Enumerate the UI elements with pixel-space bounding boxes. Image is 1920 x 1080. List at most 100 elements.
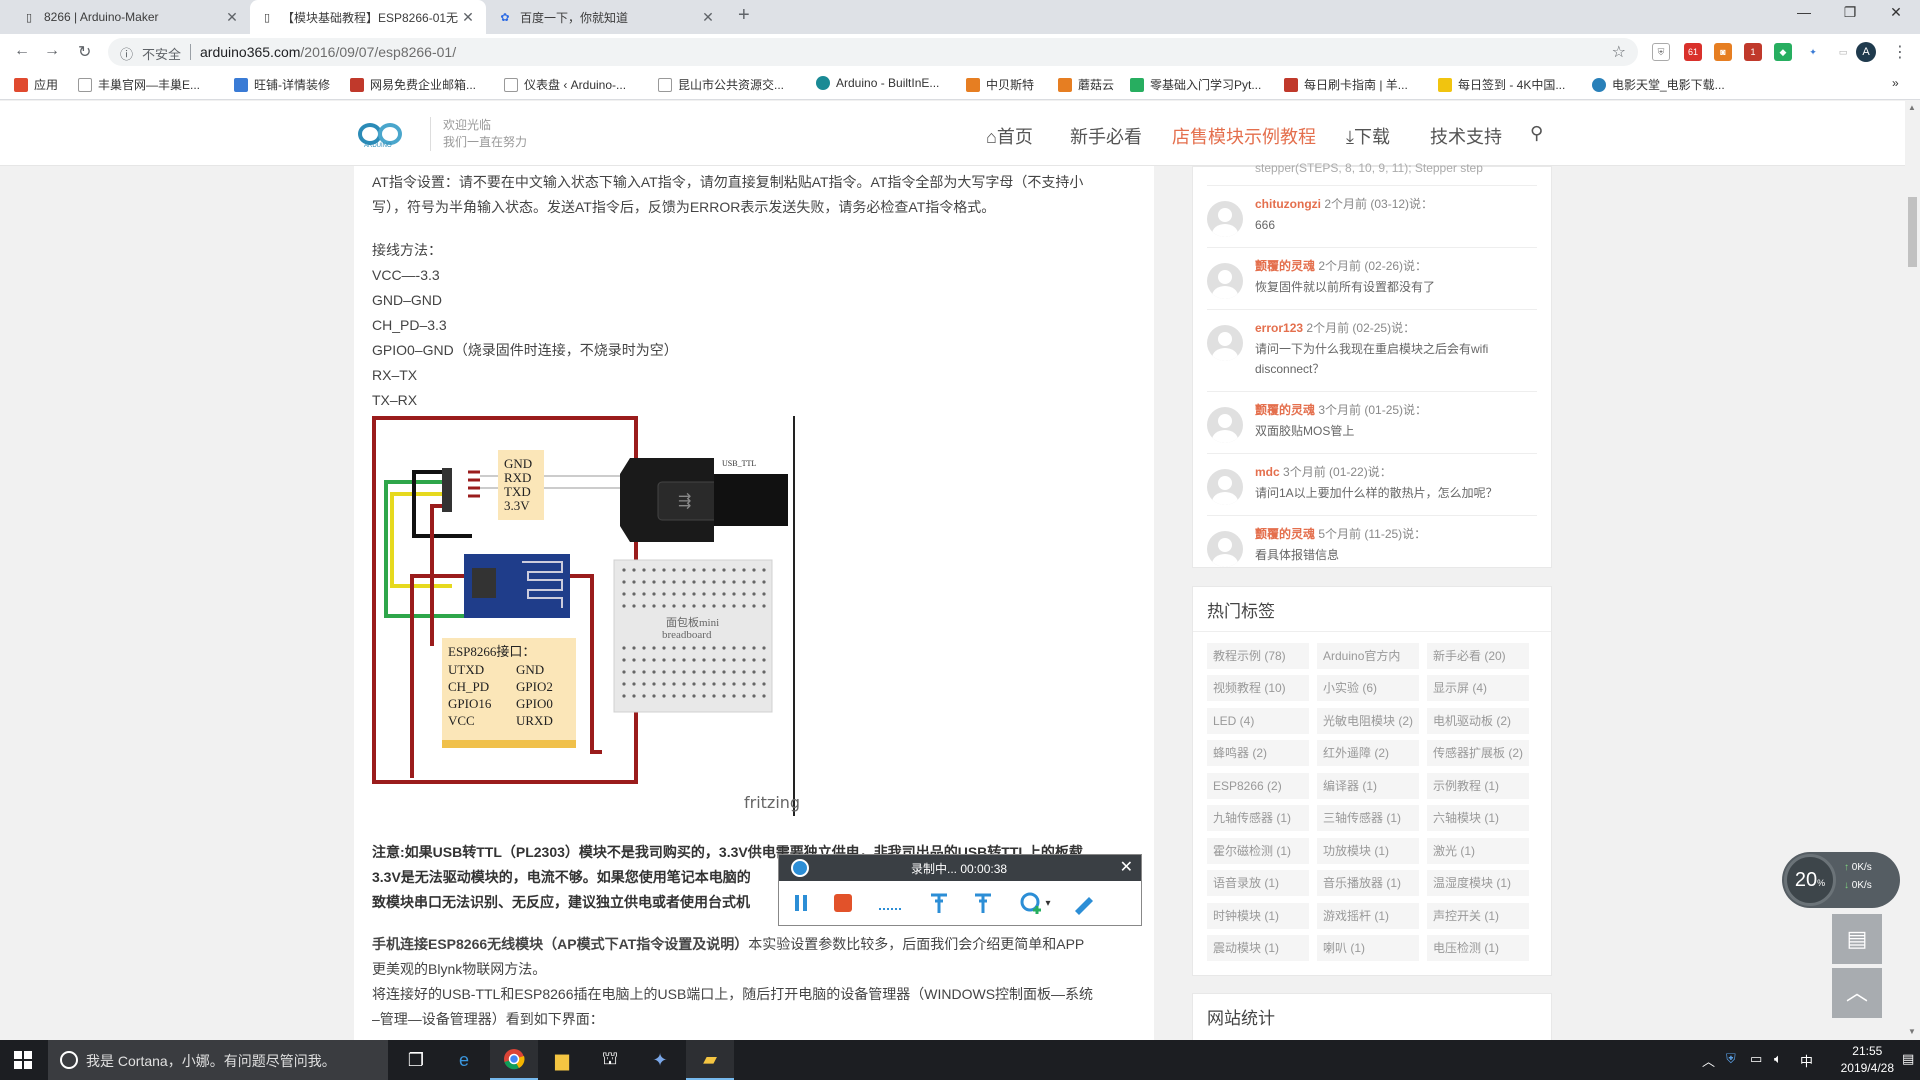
maximize-button[interactable]: ❐	[1830, 4, 1870, 21]
info-icon[interactable]: ⓘ	[120, 44, 133, 63]
security-tray-icon[interactable]: ⛨	[1726, 1051, 1736, 1067]
nav-home[interactable]: ⌂首页	[986, 123, 1033, 149]
tag-link[interactable]: 声控开关 (1)	[1427, 903, 1529, 929]
bookmark-item[interactable]: 每日签到 - 4K中国...	[1438, 76, 1565, 93]
comment-text[interactable]: 666	[1255, 215, 1515, 235]
task-view-icon[interactable]: ❐	[392, 1040, 440, 1080]
extension-icon[interactable]: ◙	[1714, 43, 1732, 61]
tag-link[interactable]: 六轴模块 (1)	[1427, 805, 1529, 831]
chat-button[interactable]: ▤	[1832, 914, 1882, 964]
comment-user[interactable]: 颤覆的灵魂	[1255, 403, 1315, 417]
url-text[interactable]: arduino365.com/2016/09/07/esp8266-01/	[200, 44, 456, 60]
tag-link[interactable]: 霍尔磁检测 (1)	[1207, 838, 1309, 864]
address-bar[interactable]: ⓘ 不安全 arduino365.com/2016/09/07/esp8266-…	[108, 38, 1638, 66]
reload-icon[interactable]: ↻	[78, 42, 91, 62]
store-icon[interactable]: ⛫	[586, 1040, 634, 1080]
bookmark-item[interactable]: 零基础入门学习Pyt...	[1130, 76, 1261, 93]
tag-link[interactable]: 编译器 (1)	[1317, 773, 1419, 799]
bookmark-item[interactable]: 每日刷卡指南 | 羊...	[1284, 76, 1408, 93]
bookmark-item[interactable]: 电影天堂_电影下载...	[1592, 76, 1725, 93]
chrome-icon[interactable]	[490, 1040, 538, 1080]
menu-icon[interactable]: ⋮	[1892, 42, 1908, 62]
volume-icon[interactable]: 🔈︎	[1774, 1051, 1782, 1067]
extension-icon[interactable]: ✦	[1804, 43, 1822, 61]
search-icon[interactable]: ⚲	[1530, 123, 1543, 144]
annotate-button[interactable]	[925, 889, 953, 917]
comment-user[interactable]: 颤覆的灵魂	[1255, 259, 1315, 273]
network-icon[interactable]: ▭	[1750, 1051, 1762, 1067]
minimize-button[interactable]: —	[1784, 4, 1824, 20]
tag-link[interactable]: 小实验 (6)	[1317, 675, 1419, 701]
tag-link[interactable]: 时钟模块 (1)	[1207, 903, 1309, 929]
tag-link[interactable]: 光敏电阻模块 (2)	[1317, 708, 1419, 734]
system-clock[interactable]: 21:55 2019/4/28	[1841, 1043, 1894, 1077]
comment-text[interactable]: 看具体报错信息	[1255, 545, 1515, 565]
chevron-down-icon[interactable]: ▾	[1041, 889, 1055, 917]
comment-user[interactable]: chituzongzi	[1255, 197, 1321, 211]
profile-avatar[interactable]: A	[1856, 42, 1876, 62]
app-icon[interactable]: ✦	[636, 1040, 684, 1080]
tag-link[interactable]: ESP8266 (2)	[1207, 773, 1309, 799]
tag-link[interactable]: 三轴传感器 (1)	[1317, 805, 1419, 831]
back-icon[interactable]: ←	[14, 42, 30, 60]
annotate-alt-button[interactable]	[969, 889, 997, 917]
close-icon[interactable]: ✕	[1120, 857, 1133, 877]
new-tab-button[interactable]: +	[738, 4, 750, 27]
network-speed-widget[interactable]: 20% ↑ 0K/s ↓ 0K/s	[1782, 852, 1900, 908]
tab-arduino-maker[interactable]: ▯ 8266 | Arduino-Maker ✕	[12, 0, 250, 34]
bookmark-item[interactable]: 昆山市公共资源交...	[658, 76, 784, 93]
comment-user[interactable]: 颤覆的灵魂	[1255, 527, 1315, 541]
bookmark-apps[interactable]: 应用	[14, 76, 58, 93]
tab-baidu[interactable]: ✿ 百度一下，你就知道 ✕	[488, 0, 726, 34]
comment-text[interactable]: 请问1A以上要加什么样的散热片，怎么加呢？	[1255, 483, 1515, 503]
tag-link[interactable]: 震动模块 (1)	[1207, 935, 1309, 961]
comment-text[interactable]: 恢复固件就以前所有设置都没有了	[1255, 277, 1515, 297]
tag-link[interactable]: Arduino官方内	[1317, 643, 1419, 669]
tag-link[interactable]: 视频教程 (10)	[1207, 675, 1309, 701]
nav-beginners[interactable]: 新手必看	[1070, 123, 1142, 149]
site-logo[interactable]: ARDUINO	[356, 119, 414, 149]
security-label[interactable]: 不安全	[142, 44, 181, 63]
tab-esp8266-tutorial[interactable]: ▯ 【模块基础教程】ESP8266-01无 ✕	[250, 0, 486, 34]
back-to-top-button[interactable]: ︿	[1832, 968, 1882, 1018]
comment-user[interactable]: error123	[1255, 321, 1303, 335]
scroll-down-icon[interactable]: ▼	[1908, 1027, 1916, 1036]
ime-indicator[interactable]: 中	[1800, 1051, 1813, 1070]
tag-link[interactable]: 新手必看 (20)	[1427, 643, 1529, 669]
stop-button[interactable]	[829, 889, 857, 917]
bookmark-item[interactable]: 仪表盘 ‹ Arduino-...	[504, 76, 626, 93]
folder-app-icon[interactable]: ▰	[686, 1040, 734, 1080]
nav-support[interactable]: 技术支持	[1430, 123, 1502, 149]
tag-link[interactable]: LED (4)	[1207, 708, 1309, 734]
tag-link[interactable]: 语音录放 (1)	[1207, 870, 1309, 896]
tag-link[interactable]: 显示屏 (4)	[1427, 675, 1529, 701]
tag-link[interactable]: 蜂鸣器 (2)	[1207, 740, 1309, 766]
bookmark-item[interactable]: 网易免费企业邮箱...	[350, 76, 476, 93]
nav-module-tutorials[interactable]: 店售模块示例教程	[1172, 123, 1316, 149]
edge-icon[interactable]: e	[440, 1040, 488, 1080]
tag-link[interactable]: 示例教程 (1)	[1427, 773, 1529, 799]
windows-start-icon[interactable]	[14, 1051, 32, 1069]
tag-link[interactable]: 激光 (1)	[1427, 838, 1529, 864]
close-tab-icon[interactable]: ✕	[460, 9, 476, 26]
tag-link[interactable]: 温湿度模块 (1)	[1427, 870, 1529, 896]
scrollbar-thumb[interactable]	[1908, 197, 1917, 267]
bookmark-item[interactable]: 中贝斯特	[966, 76, 1034, 93]
pen-button[interactable]	[1069, 889, 1097, 917]
comment-text[interactable]: 请问一下为什么我现在重启模块之后会有wifi disconnect？	[1255, 339, 1515, 379]
bookmark-star-icon[interactable]: ☆	[1612, 42, 1626, 62]
forward-icon[interactable]: →	[44, 42, 60, 60]
comment-user[interactable]: mdc	[1255, 465, 1280, 479]
bookmark-item[interactable]: Arduino - BuiltInE...	[816, 76, 939, 90]
scroll-up-icon[interactable]: ▲	[1908, 103, 1916, 112]
shield-extension-icon[interactable]: ⛨	[1652, 43, 1670, 61]
tag-link[interactable]: 音乐播放器 (1)	[1317, 870, 1419, 896]
bookmark-item[interactable]: 旺铺-详情装修	[234, 76, 330, 93]
extension-badge-icon[interactable]: 61	[1684, 43, 1702, 61]
audio-level-button[interactable]	[877, 889, 905, 917]
comment-text[interactable]: 双面胶贴MOS管上	[1255, 421, 1515, 441]
recorder-title-bar[interactable]: 录制中... 00:00:38 ✕	[779, 855, 1141, 881]
extension-badge-icon[interactable]: 1	[1744, 43, 1762, 61]
nav-download[interactable]: ⤓下载	[1346, 123, 1390, 149]
tag-link[interactable]: 电压检测 (1)	[1427, 935, 1529, 961]
